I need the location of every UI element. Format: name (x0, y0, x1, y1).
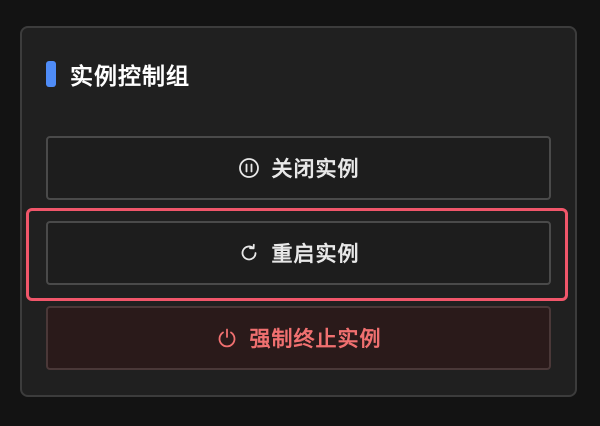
accent-bar (46, 61, 56, 87)
restart-instance-label: 重启实例 (271, 242, 360, 266)
force-kill-instance-label: 强制终止实例 (249, 327, 382, 351)
force-kill-instance-button[interactable]: 强制终止实例 (46, 306, 551, 370)
instance-control-panel: 实例控制组 关闭实例 重启实例 强制终止实例 (20, 26, 577, 397)
panel-header: 实例控制组 (46, 60, 190, 90)
close-instance-label: 关闭实例 (271, 157, 360, 181)
pause-circle-icon (238, 157, 260, 179)
refresh-icon (238, 242, 260, 264)
close-instance-button[interactable]: 关闭实例 (46, 136, 551, 200)
restart-instance-button[interactable]: 重启实例 (46, 221, 551, 285)
panel-title: 实例控制组 (70, 64, 190, 90)
power-icon (216, 327, 238, 349)
